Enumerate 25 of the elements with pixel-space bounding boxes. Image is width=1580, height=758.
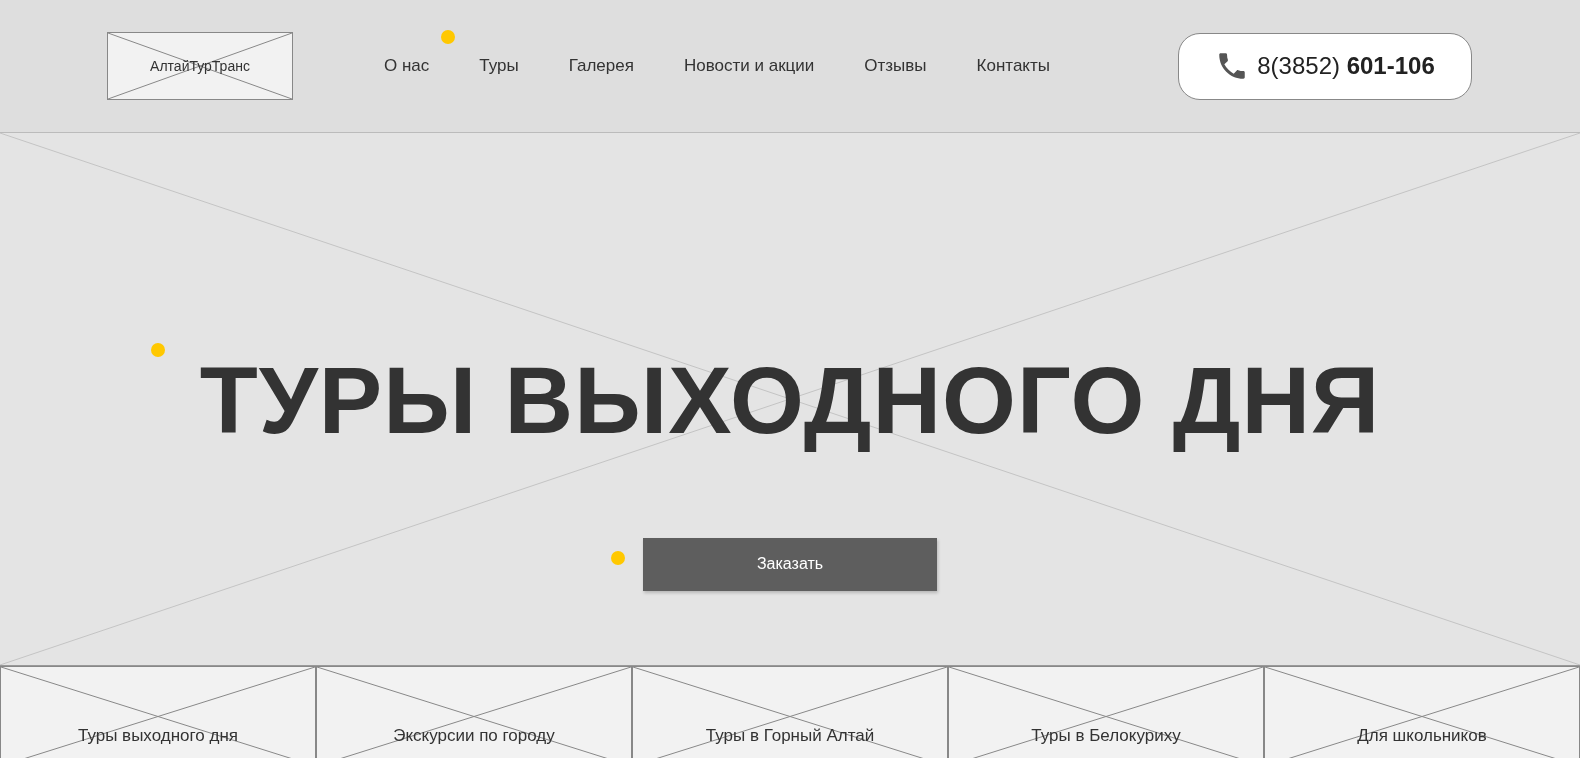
nav-link[interactable]: Туры — [454, 53, 544, 79]
nav-link[interactable]: Отзывы — [839, 53, 952, 79]
nav-link[interactable]: Галерея — [543, 53, 659, 79]
phone-button[interactable]: 8(3852) 601-106 — [1178, 32, 1472, 100]
annotation-dot-icon — [611, 551, 625, 565]
category-label: Для школьников — [1357, 726, 1487, 745]
category-label: Туры в Горный Алтай — [705, 726, 875, 745]
logo-text: АлтайТурТранс — [150, 56, 250, 76]
hero-title: ТУРЫ ВЫХОДНОГО ДНЯ — [199, 346, 1381, 455]
phone-number: 8(3852) 601-106 — [1257, 51, 1435, 81]
order-button[interactable]: Заказать — [643, 537, 937, 591]
category-tile[interactable]: Для школьников — [1264, 666, 1580, 758]
category-tile[interactable]: Туры в Белокуриху — [948, 666, 1264, 758]
nav-link[interactable]: О нас — [359, 53, 455, 79]
annotation-dot-icon — [151, 343, 165, 357]
nav-link[interactable]: Новости и акции — [658, 53, 840, 79]
category-tile[interactable]: Туры в Горный Алтай — [632, 666, 948, 758]
annotation-dot-icon — [441, 30, 455, 44]
category-label: Туры в Белокуриху — [1031, 726, 1181, 745]
nav-link[interactable]: Контакты — [951, 53, 1075, 79]
category-label: Туры выходного дня — [77, 726, 239, 745]
logo[interactable]: АлтайТурТранс — [107, 32, 293, 100]
category-tile[interactable]: Туры выходного дня — [0, 666, 316, 758]
category-tile[interactable]: Экскурсии по городу — [316, 666, 632, 758]
category-label: Экскурсии по городу — [393, 726, 555, 745]
